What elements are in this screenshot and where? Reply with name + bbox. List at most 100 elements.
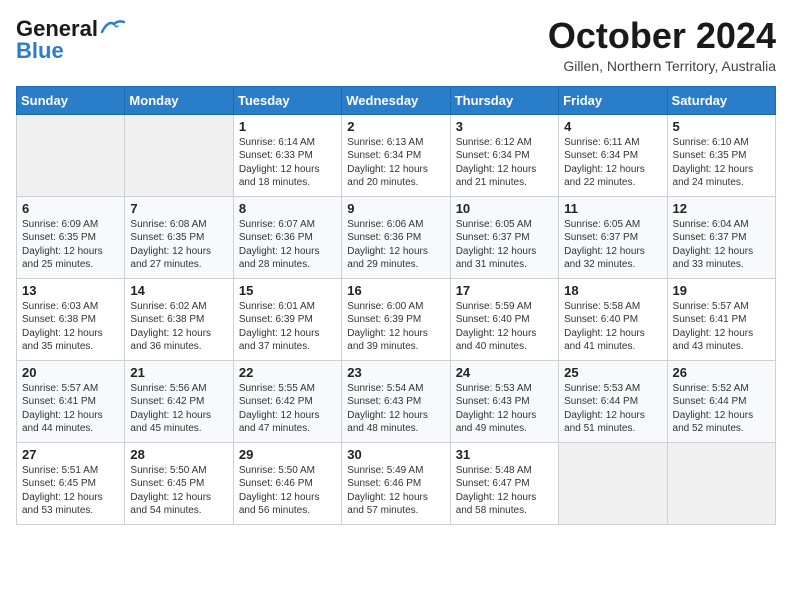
location-subtitle: Gillen, Northern Territory, Australia — [548, 58, 776, 74]
day-number: 19 — [673, 283, 770, 298]
day-number: 30 — [347, 447, 444, 462]
calendar-cell: 27 Sunrise: 5:51 AM Sunset: 6:45 PM Dayli… — [17, 442, 125, 524]
calendar-cell — [667, 442, 775, 524]
cell-info: Sunrise: 6:05 AM Sunset: 6:37 PM Dayligh… — [564, 218, 661, 272]
calendar-cell: 17Sunrise: 5:59 AM Sunset: 6:40 PM Dayli… — [450, 278, 558, 360]
cell-info: Sunrise: 5:50 AM Sunset: 6:46 PM Dayligh… — [239, 464, 336, 518]
cell-info: Sunrise: 6:12 AM Sunset: 6:34 PM Dayligh… — [456, 136, 553, 190]
cell-info: Sunrise: 6:08 AM Sunset: 6:35 PM Dayligh… — [130, 218, 227, 272]
calendar-week-row: 20 Sunrise: 5:57 AM Sunset: 6:41 PM Dayli… — [17, 360, 776, 442]
calendar-day-header: Saturday — [667, 86, 775, 114]
calendar-cell: 5 Sunrise: 6:10 AM Sunset: 6:35 PM Daylig… — [667, 114, 775, 196]
calendar-cell: 21Sunrise: 5:56 AM Sunset: 6:42 PM Dayli… — [125, 360, 233, 442]
calendar-day-header: Sunday — [17, 86, 125, 114]
cell-info: Sunrise: 6:11 AM Sunset: 6:34 PM Dayligh… — [564, 136, 661, 190]
cell-info: Sunrise: 5:48 AM Sunset: 6:47 PM Dayligh… — [456, 464, 553, 518]
calendar-cell: 3Sunrise: 6:12 AM Sunset: 6:34 PM Daylig… — [450, 114, 558, 196]
cell-info: Sunrise: 5:55 AM Sunset: 6:42 PM Dayligh… — [239, 382, 336, 436]
day-number: 18 — [564, 283, 661, 298]
calendar-cell: 15Sunrise: 6:01 AM Sunset: 6:39 PM Dayli… — [233, 278, 341, 360]
calendar-cell: 8 Sunrise: 6:07 AM Sunset: 6:36 PM Daylig… — [233, 196, 341, 278]
calendar-cell: 10 Sunrise: 6:05 AM Sunset: 6:37 PM Dayli… — [450, 196, 558, 278]
title-area: October 2024 Gillen, Northern Territory,… — [548, 16, 776, 74]
calendar-week-row: 13Sunrise: 6:03 AM Sunset: 6:38 PM Dayli… — [17, 278, 776, 360]
day-number: 9 — [347, 201, 444, 216]
day-number: 8 — [239, 201, 336, 216]
calendar-cell: 2 Sunrise: 6:13 AM Sunset: 6:34 PM Daylig… — [342, 114, 450, 196]
calendar-week-row: 27 Sunrise: 5:51 AM Sunset: 6:45 PM Dayli… — [17, 442, 776, 524]
cell-info: Sunrise: 5:57 AM Sunset: 6:41 PM Dayligh… — [673, 300, 770, 354]
cell-info: Sunrise: 6:09 AM Sunset: 6:35 PM Dayligh… — [22, 218, 119, 272]
calendar-cell: 18 Sunrise: 5:58 AM Sunset: 6:40 PM Dayli… — [559, 278, 667, 360]
calendar-cell: 28 Sunrise: 5:50 AM Sunset: 6:45 PM Dayli… — [125, 442, 233, 524]
calendar-cell: 16Sunrise: 6:00 AM Sunset: 6:39 PM Dayli… — [342, 278, 450, 360]
calendar-cell: 11 Sunrise: 6:05 AM Sunset: 6:37 PM Dayli… — [559, 196, 667, 278]
cell-info: Sunrise: 5:54 AM Sunset: 6:43 PM Dayligh… — [347, 382, 444, 436]
day-number: 25 — [564, 365, 661, 380]
day-number: 6 — [22, 201, 119, 216]
page-header: General Blue October 2024 Gillen, Northe… — [16, 16, 776, 74]
calendar-cell: 29 Sunrise: 5:50 AM Sunset: 6:46 PM Dayli… — [233, 442, 341, 524]
cell-info: Sunrise: 6:01 AM Sunset: 6:39 PM Dayligh… — [239, 300, 336, 354]
calendar-cell: 1Sunrise: 6:14 AM Sunset: 6:33 PM Daylig… — [233, 114, 341, 196]
day-number: 28 — [130, 447, 227, 462]
day-number: 16 — [347, 283, 444, 298]
calendar-cell: 23 Sunrise: 5:54 AM Sunset: 6:43 PM Dayli… — [342, 360, 450, 442]
cell-info: Sunrise: 6:14 AM Sunset: 6:33 PM Dayligh… — [239, 136, 336, 190]
calendar-cell: 24 Sunrise: 5:53 AM Sunset: 6:43 PM Dayli… — [450, 360, 558, 442]
cell-info: Sunrise: 6:02 AM Sunset: 6:38 PM Dayligh… — [130, 300, 227, 354]
day-number: 11 — [564, 201, 661, 216]
calendar-cell: 31 Sunrise: 5:48 AM Sunset: 6:47 PM Dayli… — [450, 442, 558, 524]
calendar-header: SundayMondayTuesdayWednesdayThursdayFrid… — [17, 86, 776, 114]
logo-blue-text: Blue — [16, 38, 64, 64]
day-number: 4 — [564, 119, 661, 134]
calendar-day-header: Wednesday — [342, 86, 450, 114]
logo-bird-icon — [100, 18, 126, 36]
cell-info: Sunrise: 5:50 AM Sunset: 6:45 PM Dayligh… — [130, 464, 227, 518]
calendar-cell: 14 Sunrise: 6:02 AM Sunset: 6:38 PM Dayli… — [125, 278, 233, 360]
calendar-cell: 12 Sunrise: 6:04 AM Sunset: 6:37 PM Dayli… — [667, 196, 775, 278]
calendar-cell: 26 Sunrise: 5:52 AM Sunset: 6:44 PM Dayli… — [667, 360, 775, 442]
cell-info: Sunrise: 6:05 AM Sunset: 6:37 PM Dayligh… — [456, 218, 553, 272]
cell-info: Sunrise: 5:52 AM Sunset: 6:44 PM Dayligh… — [673, 382, 770, 436]
cell-info: Sunrise: 6:04 AM Sunset: 6:37 PM Dayligh… — [673, 218, 770, 272]
cell-info: Sunrise: 5:58 AM Sunset: 6:40 PM Dayligh… — [564, 300, 661, 354]
calendar-week-row: 6 Sunrise: 6:09 AM Sunset: 6:35 PM Daylig… — [17, 196, 776, 278]
cell-info: Sunrise: 6:13 AM Sunset: 6:34 PM Dayligh… — [347, 136, 444, 190]
day-number: 12 — [673, 201, 770, 216]
cell-info: Sunrise: 5:51 AM Sunset: 6:45 PM Dayligh… — [22, 464, 119, 518]
cell-info: Sunrise: 6:07 AM Sunset: 6:36 PM Dayligh… — [239, 218, 336, 272]
day-number: 21 — [130, 365, 227, 380]
month-title: October 2024 — [548, 16, 776, 56]
day-number: 24 — [456, 365, 553, 380]
day-number: 14 — [130, 283, 227, 298]
calendar-cell: 30Sunrise: 5:49 AM Sunset: 6:46 PM Dayli… — [342, 442, 450, 524]
day-number: 22 — [239, 365, 336, 380]
day-number: 2 — [347, 119, 444, 134]
cell-info: Sunrise: 6:10 AM Sunset: 6:35 PM Dayligh… — [673, 136, 770, 190]
day-number: 23 — [347, 365, 444, 380]
calendar-cell — [125, 114, 233, 196]
day-number: 10 — [456, 201, 553, 216]
calendar-cell: 6 Sunrise: 6:09 AM Sunset: 6:35 PM Daylig… — [17, 196, 125, 278]
day-number: 27 — [22, 447, 119, 462]
day-number: 7 — [130, 201, 227, 216]
day-number: 5 — [673, 119, 770, 134]
calendar-day-header: Thursday — [450, 86, 558, 114]
calendar-cell: 20 Sunrise: 5:57 AM Sunset: 6:41 PM Dayli… — [17, 360, 125, 442]
cell-info: Sunrise: 5:53 AM Sunset: 6:43 PM Dayligh… — [456, 382, 553, 436]
calendar-day-header: Friday — [559, 86, 667, 114]
day-number: 31 — [456, 447, 553, 462]
calendar-cell: 25 Sunrise: 5:53 AM Sunset: 6:44 PM Dayli… — [559, 360, 667, 442]
day-number: 26 — [673, 365, 770, 380]
calendar-cell: 22 Sunrise: 5:55 AM Sunset: 6:42 PM Dayli… — [233, 360, 341, 442]
cell-info: Sunrise: 6:06 AM Sunset: 6:36 PM Dayligh… — [347, 218, 444, 272]
day-number: 29 — [239, 447, 336, 462]
cell-info: Sunrise: 5:57 AM Sunset: 6:41 PM Dayligh… — [22, 382, 119, 436]
cell-info: Sunrise: 6:03 AM Sunset: 6:38 PM Dayligh… — [22, 300, 119, 354]
cell-info: Sunrise: 5:53 AM Sunset: 6:44 PM Dayligh… — [564, 382, 661, 436]
calendar-cell — [559, 442, 667, 524]
calendar-table: SundayMondayTuesdayWednesdayThursdayFrid… — [16, 86, 776, 525]
day-number: 20 — [22, 365, 119, 380]
calendar-cell: 19 Sunrise: 5:57 AM Sunset: 6:41 PM Dayli… — [667, 278, 775, 360]
